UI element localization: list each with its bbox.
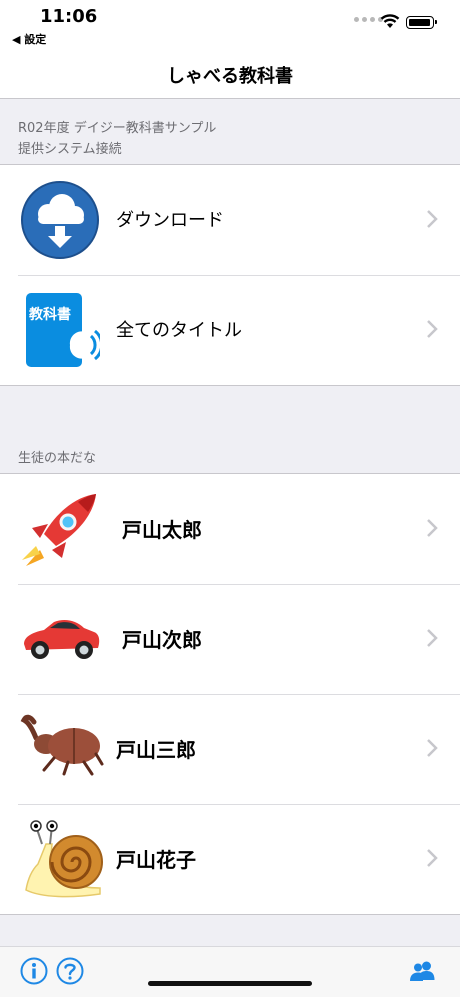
status-bar: 11:06 ◀ 設定 — [0, 0, 460, 50]
all-titles-row[interactable]: 教科書 全てのタイトル — [0, 275, 460, 385]
wifi-icon — [380, 14, 400, 28]
download-cloud-icon — [21, 181, 99, 259]
beetle-icon — [20, 714, 104, 776]
help-icon[interactable] — [56, 957, 84, 985]
student-bookshelf-group: 戸山太郎 戸山次郎 戸山三郎 戸山花子 — [0, 473, 460, 915]
cellular-signal-icon — [354, 17, 383, 22]
bottom-toolbar — [0, 946, 460, 997]
download-row[interactable]: ダウンロード — [0, 165, 460, 275]
home-indicator[interactable] — [148, 981, 312, 986]
student-name: 戸山次郎 — [122, 628, 202, 652]
student-name: 戸山三郎 — [116, 738, 196, 762]
section-header-line2: 提供システム接続 — [18, 142, 122, 157]
student-row[interactable]: 戸山次郎 — [0, 584, 460, 694]
navigation-bar: しゃべる教科書 — [0, 50, 460, 99]
chevron-right-icon — [427, 629, 438, 647]
rocket-icon — [22, 494, 96, 566]
users-icon[interactable] — [408, 957, 436, 985]
student-name: 戸山花子 — [116, 848, 196, 872]
info-icon[interactable] — [20, 957, 48, 985]
chevron-right-icon — [427, 320, 438, 338]
page-title: しゃべる教科書 — [167, 66, 293, 87]
download-label: ダウンロード — [116, 210, 224, 231]
battery-icon — [406, 16, 437, 29]
snail-icon — [25, 820, 103, 898]
car-icon — [24, 620, 100, 659]
student-name: 戸山太郎 — [122, 518, 202, 542]
student-row[interactable]: 戸山三郎 — [0, 694, 460, 804]
student-row[interactable]: 戸山太郎 — [0, 474, 460, 584]
status-time: 11:06 — [40, 6, 98, 27]
textbook-icon: 教科書 — [26, 293, 100, 369]
sample-group: ダウンロード 教科書 全てのタイトル — [0, 164, 460, 386]
section-header-bookshelf: 生徒の本だな — [18, 451, 97, 466]
section-header-line1: R02年度 デイジー教科書サンプル — [18, 121, 217, 136]
chevron-right-icon — [427, 739, 438, 757]
back-to-settings-link[interactable]: ◀ 設定 — [12, 31, 46, 47]
textbook-icon-text: 教科書 — [29, 307, 71, 323]
section-header-sample: R02年度 デイジー教科書サンプル 提供システム接続 — [18, 118, 216, 160]
student-row[interactable]: 戸山花子 — [0, 804, 460, 914]
all-titles-label: 全てのタイトル — [116, 320, 242, 341]
chevron-right-icon — [427, 849, 438, 867]
chevron-right-icon — [427, 210, 438, 228]
chevron-right-icon — [427, 519, 438, 537]
